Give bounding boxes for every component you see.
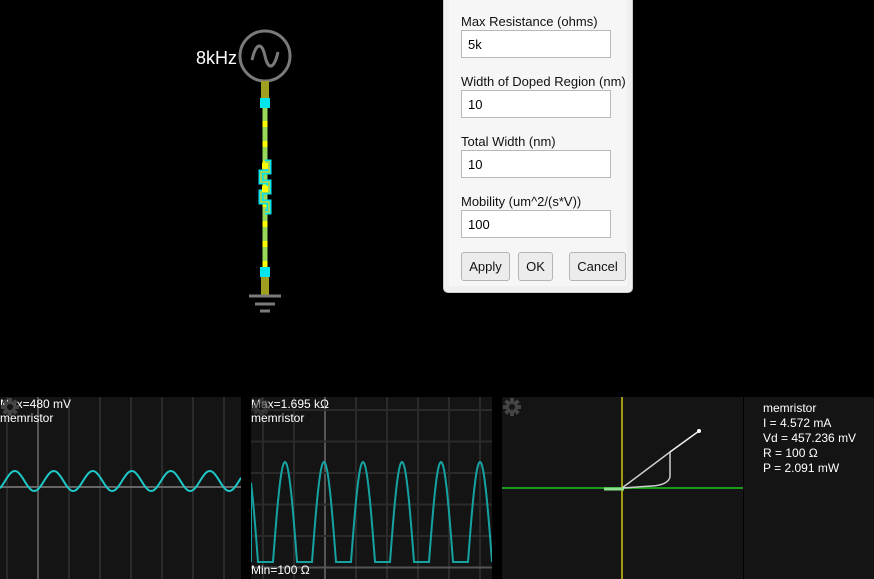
gear-icon[interactable]: [0, 397, 20, 417]
mobility-input[interactable]: [461, 210, 611, 238]
scope-resistance[interactable]: Max=1.695 kΩ memristor Min=100 Ω: [251, 397, 492, 579]
total-width-label: Total Width (nm): [461, 134, 556, 149]
node-post[interactable]: [260, 267, 270, 277]
gear-icon[interactable]: [251, 397, 271, 417]
doped-width-label: Width of Doped Region (nm): [461, 74, 626, 89]
total-width-input[interactable]: [461, 150, 611, 178]
max-resistance-input[interactable]: [461, 30, 611, 58]
info-component-name: memristor: [763, 401, 817, 415]
scope-iv-plot[interactable]: [502, 397, 743, 579]
circuit-canvas[interactable]: [0, 0, 874, 397]
ground-symbol[interactable]: [249, 294, 281, 313]
ok-button[interactable]: OK: [518, 252, 553, 281]
cancel-button[interactable]: Cancel: [569, 252, 626, 281]
gear-icon[interactable]: [502, 397, 522, 417]
apply-button[interactable]: Apply: [461, 252, 510, 281]
edit-component-dialog: Max Resistance (ohms) Width of Doped Reg…: [443, 0, 633, 293]
scope-voltage[interactable]: Max=480 mV memristor: [0, 397, 241, 579]
component-info-panel: memristor I = 4.572 mA Vd = 457.236 mV R…: [743, 397, 874, 579]
sine-wave-icon: [250, 44, 280, 68]
resistance-trace: [251, 460, 492, 563]
memristor[interactable]: [258, 159, 272, 215]
iv-current-point: [697, 429, 701, 433]
scope-min-label: Min=100 Ω: [251, 563, 310, 577]
iv-trace: [669, 430, 700, 453]
node-post[interactable]: [260, 98, 270, 108]
mobility-label: Mobility (um^2/(s*V)): [461, 194, 582, 209]
source-frequency-label: 8kHz: [196, 48, 238, 68]
iv-loop-trace: [621, 450, 671, 489]
info-current: I = 4.572 mA: [763, 416, 832, 430]
info-power: P = 2.091 mW: [763, 461, 840, 475]
ac-voltage-source[interactable]: [238, 29, 292, 83]
info-voltage: Vd = 457.236 mV: [763, 431, 857, 445]
doped-width-input[interactable]: [461, 90, 611, 118]
scope-iv-plot-canvas: [502, 397, 743, 579]
dialog-body: Max Resistance (ohms) Width of Doped Reg…: [449, 0, 627, 286]
max-resistance-label: Max Resistance (ohms): [461, 14, 598, 29]
info-resistance: R = 100 Ω: [763, 446, 818, 460]
